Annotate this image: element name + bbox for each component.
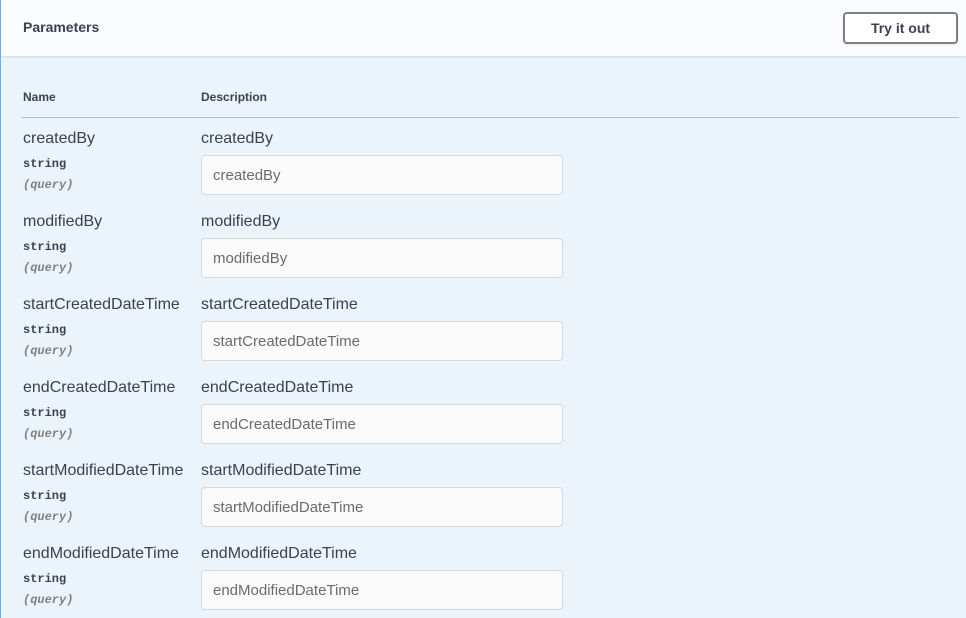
column-header-name: Name [23,90,56,104]
parameters-title: Parameters [23,19,100,35]
try-it-out-button[interactable]: Try it out [843,12,958,44]
startModifiedDateTime-input[interactable] [201,487,563,527]
parameter-row-modifiedBy: modifiedBy string (query) modifiedBy [1,213,966,296]
parameter-description: startModifiedDateTime [201,462,362,479]
parameter-location: (query) [23,427,74,441]
parameter-name: endCreatedDateTime [23,379,176,396]
parameter-type: string [23,323,67,337]
column-header-description: Description [201,90,268,104]
parameter-location: (query) [23,344,74,358]
parameter-location: (query) [23,593,74,607]
endModifiedDateTime-input[interactable] [201,570,563,610]
parameter-name: modifiedBy [23,213,103,230]
parameter-description: modifiedBy [201,213,281,230]
createdBy-input[interactable] [201,155,563,195]
parameter-row-endCreatedDateTime: endCreatedDateTime string (query) endCre… [1,379,966,462]
parameter-type: string [23,157,67,171]
parameter-row-createdBy: createdBy string (query) createdBy [1,130,966,213]
parameter-type: string [23,240,67,254]
parameter-name: endModifiedDateTime [23,545,179,562]
parameter-description: endCreatedDateTime [201,379,354,396]
parameter-description: endModifiedDateTime [201,545,357,562]
parameter-type: string [23,489,67,503]
parameters-header: Parameters Try it out [1,0,966,56]
parameter-description: createdBy [201,130,274,147]
parameter-row-endModifiedDateTime: endModifiedDateTime string (query) endMo… [1,545,966,618]
parameter-type: string [23,572,67,586]
parameter-row-startModifiedDateTime: startModifiedDateTime string (query) sta… [1,462,966,545]
parameter-location: (query) [23,178,74,192]
parameter-location: (query) [23,261,74,275]
endCreatedDateTime-input[interactable] [201,404,563,444]
parameters-panel: Parameters Try it out Name Description c… [0,0,966,618]
parameter-type: string [23,406,67,420]
header-divider [21,117,959,118]
parameter-name: createdBy [23,130,96,147]
startCreatedDateTime-input[interactable] [201,321,563,361]
parameter-description: startCreatedDateTime [201,296,358,313]
modifiedBy-input[interactable] [201,238,563,278]
parameter-name: startModifiedDateTime [23,462,184,479]
parameter-name: startCreatedDateTime [23,296,180,313]
parameter-location: (query) [23,510,74,524]
parameter-row-startCreatedDateTime: startCreatedDateTime string (query) star… [1,296,966,379]
